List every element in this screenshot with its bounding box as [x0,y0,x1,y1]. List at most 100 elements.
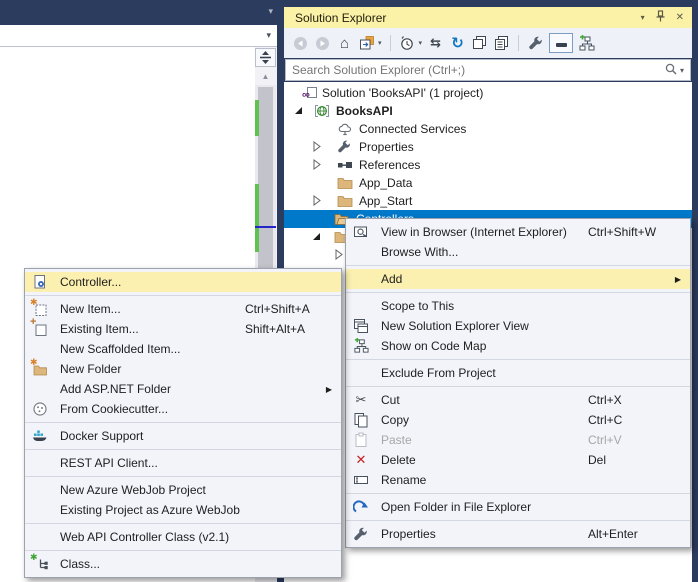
view-in-browser-icon [353,224,369,240]
existing-item-icon: + [32,321,48,337]
editor-split-handle[interactable] [255,48,276,67]
submenu-item-docker-support[interactable]: Docker Support [25,426,341,446]
menu-separator [25,295,341,296]
show-all-files-button[interactable] [549,33,573,53]
menu-item-exclude-from-project[interactable]: Exclude From Project [346,363,690,383]
tree-item-app-data[interactable]: App_Data [284,174,692,192]
collapsed-caret-icon[interactable] [310,158,324,172]
menu-separator [25,422,341,423]
tree-item-references[interactable]: References [284,156,692,174]
menu-item-properties[interactable]: Properties Alt+Enter [346,524,690,544]
solution-explorer-title-bar[interactable]: Solution Explorer ▾ ✕ [284,7,692,28]
menu-item-browse-with[interactable]: Browse With... [346,242,690,262]
menu-item-scope-to-this[interactable]: Scope to This [346,296,690,316]
search-icon[interactable] [664,62,678,79]
submenu-item-existing-item[interactable]: + Existing Item... Shift+Alt+A [25,319,341,339]
back-icon[interactable] [292,35,309,52]
collapsed-caret-icon[interactable] [332,248,346,262]
new-solution-explorer-view-icon [353,318,369,334]
submenu-item-new-scaffolded-item[interactable]: New Scaffolded Item... [25,339,341,359]
submenu-item-rest-api-client[interactable]: REST API Client... [25,453,341,473]
tree-item-app-start[interactable]: App_Start [284,192,692,210]
tree-item-solution[interactable]: ∞ Solution 'BooksAPI' (1 project) [284,84,692,102]
submenu-item-new-folder[interactable]: ✱ New Folder [25,359,341,379]
submenu-item-new-azure-webjob-project[interactable]: New Azure WebJob Project [25,480,341,500]
forward-icon[interactable] [314,35,331,52]
menu-item-paste[interactable]: Paste Ctrl+V [346,430,690,450]
class-icon: ✱ [32,556,48,572]
delete-icon: ✕ [353,452,369,468]
close-icon[interactable]: ✕ [676,13,684,23]
tree-item-booksapi[interactable]: BooksAPI [284,102,692,120]
submenu-arrow-icon: ▶ [245,385,341,394]
panel-title: Solution Explorer [295,11,386,25]
menu-separator [346,292,690,293]
references-icon [337,157,353,173]
folder-icon [337,175,353,191]
solution-explorer-toolbar: ⌂ ▾ ▾ ⇆ ↻ [284,28,692,58]
new-folder-icon: ✱ [32,361,48,377]
connected-services-icon [337,121,353,137]
menu-separator [346,386,690,387]
show-all-files-icon [556,43,567,47]
collapse-all-icon[interactable] [358,35,375,52]
navigation-dropdown-icon[interactable]: ▾ [266,30,271,41]
tree-item-connected-services[interactable]: Connected Services [284,120,692,138]
submenu-item-existing-project-as-azure-webjob[interactable]: Existing Project as Azure WebJob [25,500,341,520]
submenu-item-web-api-controller-class[interactable]: Web API Controller Class (v2.1) [25,527,341,547]
paste-icon [353,432,369,448]
menu-item-open-folder-in-file-explorer[interactable]: Open Folder in File Explorer [346,497,690,517]
menu-separator [25,523,341,524]
wrench-icon [353,526,369,542]
collapse-all-dropdown-icon[interactable]: ▾ [378,39,382,47]
menu-separator [346,265,690,266]
window-border [692,0,698,582]
submenu-item-class[interactable]: ✱ Class... [25,554,341,574]
menu-item-cut[interactable]: ✂ Cut Ctrl+X [346,390,690,410]
window-position-icon[interactable]: ▾ [641,13,645,23]
collapsed-caret-icon[interactable] [310,194,324,208]
tree-item-properties[interactable]: Properties [284,138,692,156]
menu-separator [346,359,690,360]
folder-icon [337,193,353,209]
search-options-icon[interactable]: ▾ [680,66,684,75]
properties-wrench-icon[interactable] [527,35,544,52]
menu-separator [25,476,341,477]
collapsed-caret-icon[interactable] [310,140,324,154]
pin-icon[interactable] [655,10,666,25]
submenu-item-new-item[interactable]: ✱ New Item... Ctrl+Shift+A [25,299,341,319]
show-on-code-map-icon[interactable] [578,35,595,52]
tab-well-dropdown-icon[interactable]: ▾ [268,6,273,17]
menu-item-view-in-browser[interactable]: View in Browser (Internet Explorer) Ctrl… [346,222,690,242]
expanded-caret-icon[interactable] [310,230,324,244]
cut-icon: ✂ [353,392,369,408]
pending-changes-dropdown-icon[interactable]: ▾ [419,39,423,47]
scroll-up-arrow[interactable]: ▲ [255,71,276,83]
document-tab-well: ▾ [0,0,277,25]
menu-separator [25,550,341,551]
submenu-item-add-aspnet-folder[interactable]: Add ASP.NET Folder ▶ [25,379,341,399]
menu-item-add[interactable]: Add ▶ [346,269,690,289]
menu-item-show-on-code-map[interactable]: Show on Code Map [346,336,690,356]
search-input[interactable] [286,63,664,77]
menu-item-copy[interactable]: Copy Ctrl+C [346,410,690,430]
menu-item-new-solution-explorer-view[interactable]: New Solution Explorer View [346,316,690,336]
refresh-icon[interactable]: ↻ [449,35,466,52]
editor-navigation-bar[interactable]: ▾ [0,25,277,47]
search-box[interactable]: ▾ [285,59,691,81]
submenu-item-from-cookiecutter[interactable]: From Cookiecutter... [25,399,341,419]
solution-icon: ∞ [302,85,318,101]
controller-icon [32,274,48,290]
home-icon[interactable]: ⌂ [336,35,353,52]
properties-pages-icon[interactable] [471,35,488,52]
submenu-item-controller[interactable]: Controller... [25,272,341,292]
change-marker-green [255,100,259,136]
pending-changes-filter-icon[interactable] [399,35,416,52]
menu-item-delete[interactable]: ✕ Delete Del [346,450,690,470]
expanded-caret-icon[interactable] [292,104,306,118]
open-folder-in-file-explorer-icon [353,499,369,515]
sync-with-active-document-icon[interactable]: ⇆ [427,35,444,52]
preview-selected-items-icon[interactable] [493,35,510,52]
scrollbar-thumb[interactable] [258,87,273,269]
menu-item-rename[interactable]: Rename [346,470,690,490]
